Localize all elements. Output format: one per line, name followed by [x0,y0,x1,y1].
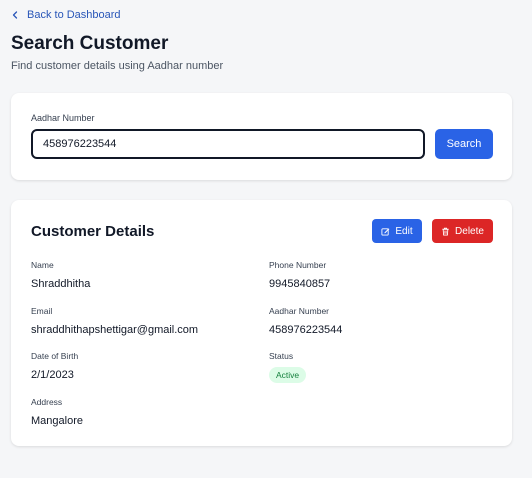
page-title: Search Customer [11,33,169,54]
back-to-dashboard-link[interactable]: Back to Dashboard [11,9,121,21]
phone-value: 9945840857 [269,278,331,290]
page-subtitle: Find customer details using Aadhar numbe… [11,60,224,72]
chevron-left-icon [12,11,18,19]
search-card: Aadhar Number Search [11,93,512,180]
search-button[interactable]: Search [435,129,493,159]
customer-details-card: Customer Details Edit Delete Name Shradd… [11,200,512,446]
phone-field: Phone Number 9945840857 [269,260,330,290]
address-value: Mangalore [31,415,83,427]
aadhar-search-input[interactable] [31,129,425,159]
edit-icon [381,227,390,236]
customer-details-title: Customer Details [31,223,155,240]
dob-field: Date of Birth 2/1/2023 [31,351,78,381]
name-field: Name Shraddhitha [31,260,90,290]
delete-button-label: Delete [455,225,484,237]
status-label: Status [269,351,294,361]
email-value: shraddhithapshettigar@gmail.com [31,324,199,336]
email-field: Email shraddhithapshettigar@gmail.com [31,306,198,336]
email-label: Email [31,306,53,316]
aadhar-field: Aadhar Number 458976223544 [269,306,342,336]
dob-value: 2/1/2023 [31,369,74,381]
address-label: Address [31,397,63,407]
edit-button[interactable]: Edit [372,219,422,243]
status-badge: Active [269,367,307,383]
edit-button-label: Edit [395,225,413,237]
aadhar-value: 458976223544 [269,324,343,336]
delete-button[interactable]: Delete [432,219,493,243]
phone-label: Phone Number [269,260,327,270]
name-value: Shraddhitha [31,278,91,290]
dob-label: Date of Birth [31,351,79,361]
back-link-label: Back to Dashboard [27,9,121,21]
status-field: Status Active [269,351,307,383]
aadhar-label: Aadhar Number [269,306,330,316]
name-label: Name [31,260,54,270]
address-field: Address Mangalore [31,397,83,427]
trash-icon [442,227,449,236]
aadhar-search-label: Aadhar Number [31,113,95,123]
